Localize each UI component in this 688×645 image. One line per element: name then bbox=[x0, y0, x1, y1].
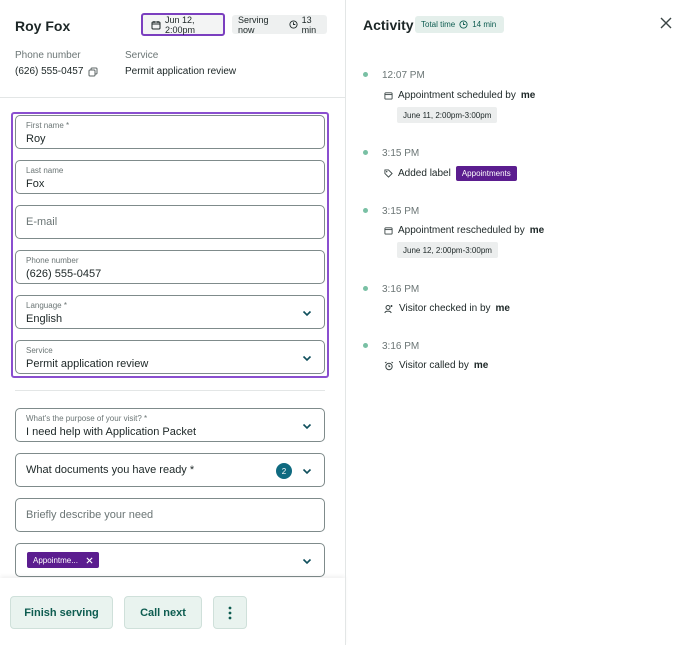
event-description: Appointment scheduled by bbox=[398, 90, 516, 101]
event-description: Visitor called by bbox=[399, 360, 469, 371]
event-date-chip: June 12, 2:00pm-3:00pm bbox=[397, 242, 498, 258]
service-field-label: Service bbox=[26, 346, 53, 355]
more-options-button[interactable] bbox=[213, 596, 247, 629]
event-time: 3:16 PM bbox=[382, 284, 420, 295]
label-tag[interactable]: Appointme... bbox=[27, 552, 99, 568]
language-value: English bbox=[26, 313, 63, 325]
calendar-icon bbox=[151, 20, 161, 30]
appointment-date: Jun 12, 2:00pm bbox=[165, 14, 196, 35]
phone-value: (626) 555-0457 bbox=[15, 66, 84, 77]
appointment-date-chip[interactable]: Jun 12, 2:00pm bbox=[141, 13, 225, 36]
serving-status-chip: Serving now 13 min bbox=[232, 14, 327, 35]
chevron-down-icon bbox=[302, 353, 312, 363]
first-name-value: Roy bbox=[26, 133, 46, 145]
phone-value-row: (626) 555-0457 bbox=[15, 66, 98, 77]
event-text: Visitor called by me bbox=[384, 360, 488, 371]
calendar-icon bbox=[384, 91, 393, 100]
total-time-value: 14 min bbox=[472, 20, 497, 29]
timeline-dot bbox=[363, 286, 368, 291]
event-text: Added label Appointments bbox=[384, 166, 517, 181]
last-name-label: Last name bbox=[26, 166, 64, 175]
purpose-select[interactable]: What's the purpose of your visit? * I ne… bbox=[15, 408, 325, 442]
last-name-field[interactable]: Last name Fox bbox=[15, 160, 325, 194]
header-divider bbox=[0, 97, 345, 98]
activity-panel: Activity Total time 14 min 12:07 PM Appo… bbox=[346, 0, 688, 645]
finish-serving-button[interactable]: Finish serving bbox=[10, 596, 113, 629]
service-value: Permit application review bbox=[125, 66, 237, 77]
phone-field-label: Phone number bbox=[26, 256, 79, 265]
serving-label: Serving now bbox=[238, 14, 269, 35]
event-actor: me bbox=[529, 225, 545, 236]
documents-select[interactable]: What documents you have ready * 2 bbox=[15, 453, 325, 487]
email-field[interactable]: E-mail bbox=[15, 205, 325, 239]
timeline-dot bbox=[363, 343, 368, 348]
email-placeholder: E-mail bbox=[26, 216, 58, 228]
purpose-value: I need help with Application Packet bbox=[26, 426, 197, 438]
service-label: Service bbox=[125, 50, 159, 61]
tag-icon bbox=[384, 169, 393, 178]
service-field-value: Permit application review bbox=[26, 358, 149, 370]
copy-icon[interactable] bbox=[88, 67, 98, 77]
language-label: Language * bbox=[26, 301, 67, 310]
phone-field-value: (626) 555-0457 bbox=[26, 268, 102, 280]
visitor-panel: Roy Fox Jun 12, 2:00pm Serving now 13 mi… bbox=[0, 0, 345, 645]
event-time: 3:15 PM bbox=[382, 148, 420, 159]
label-tag-text: Appointme... bbox=[33, 555, 78, 565]
documents-placeholder: What documents you have ready * bbox=[26, 464, 195, 476]
event-description: Visitor checked in by bbox=[399, 303, 491, 314]
clock-icon bbox=[289, 20, 298, 29]
event-description: Appointment rescheduled by bbox=[398, 225, 525, 236]
event-time: 12:07 PM bbox=[382, 70, 425, 81]
chevron-down-icon bbox=[302, 466, 312, 476]
chevron-down-icon bbox=[302, 308, 312, 318]
visitor-fields-group bbox=[11, 112, 329, 378]
action-footer: Finish serving Call next bbox=[0, 578, 345, 645]
form-divider bbox=[15, 390, 325, 391]
close-icon[interactable] bbox=[86, 556, 93, 564]
labels-select[interactable]: Appointme... bbox=[15, 543, 325, 577]
documents-count-badge: 2 bbox=[276, 463, 292, 479]
activity-title: Activity bbox=[363, 17, 414, 33]
timeline-dot bbox=[363, 72, 368, 77]
user-check-in-icon bbox=[384, 304, 394, 314]
kebab-menu-icon bbox=[228, 606, 232, 620]
phone-label: Phone number bbox=[15, 50, 81, 61]
last-name-value: Fox bbox=[26, 178, 45, 190]
total-time-label: Total time bbox=[421, 20, 456, 29]
event-text: Appointment scheduled by me bbox=[384, 90, 535, 101]
event-time: 3:15 PM bbox=[382, 206, 420, 217]
visitor-name: Roy Fox bbox=[15, 18, 71, 34]
purpose-label: What's the purpose of your visit? * bbox=[26, 414, 148, 423]
event-text: Visitor checked in by me bbox=[384, 303, 510, 314]
event-label-badge: Appointments bbox=[455, 166, 517, 181]
first-name-field[interactable]: First name * Roy bbox=[15, 115, 325, 149]
clock-icon bbox=[459, 20, 468, 29]
calendar-icon bbox=[384, 226, 393, 235]
phone-field[interactable]: Phone number (626) 555-0457 bbox=[15, 250, 325, 284]
chevron-down-icon bbox=[302, 421, 312, 431]
service-select[interactable]: Service Permit application review bbox=[15, 340, 325, 374]
close-icon[interactable] bbox=[660, 17, 674, 31]
event-actor: me bbox=[495, 303, 510, 314]
describe-need-placeholder: Briefly describe your need bbox=[26, 509, 154, 521]
first-name-label: First name * bbox=[26, 121, 70, 130]
total-time-chip: Total time 14 min bbox=[415, 16, 504, 33]
serving-time: 13 min bbox=[301, 14, 317, 35]
timeline-dot bbox=[363, 150, 368, 155]
call-next-button[interactable]: Call next bbox=[124, 596, 202, 629]
event-actor: me bbox=[473, 360, 489, 371]
alarm-bell-icon bbox=[384, 361, 394, 371]
chevron-down-icon bbox=[302, 556, 312, 566]
event-description: Added label bbox=[398, 168, 451, 179]
timeline-dot bbox=[363, 208, 368, 213]
event-date-chip: June 11, 2:00pm-3:00pm bbox=[397, 107, 498, 123]
event-actor: me bbox=[520, 90, 536, 101]
language-select[interactable]: Language * English bbox=[15, 295, 325, 329]
event-text: Appointment rescheduled by me bbox=[384, 225, 544, 236]
event-time: 3:16 PM bbox=[382, 341, 420, 352]
describe-need-input[interactable]: Briefly describe your need bbox=[15, 498, 325, 532]
